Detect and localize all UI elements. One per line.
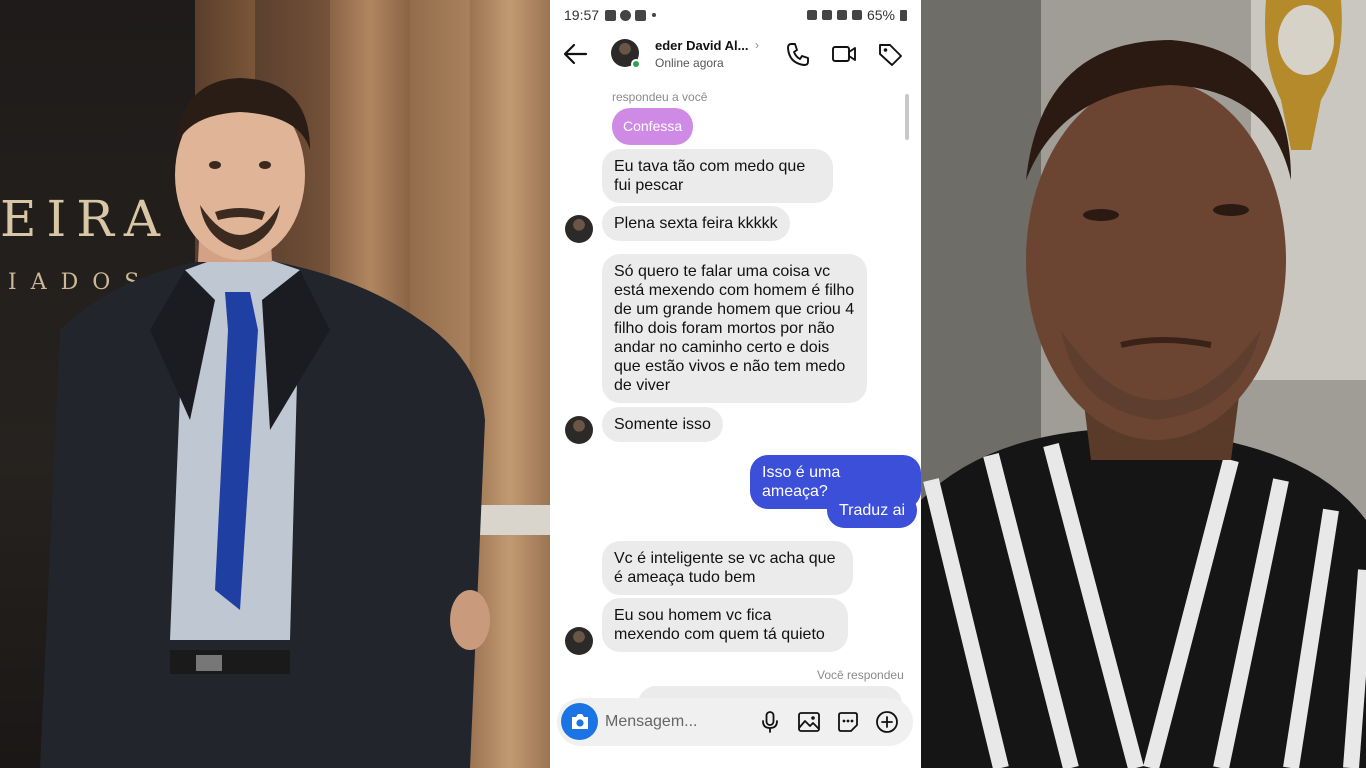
back-arrow-icon[interactable] <box>562 42 588 66</box>
messenger-screen: 19:57 65% eder David Al... › Online agor… <box>550 0 921 768</box>
reply-meta: respondeu a você <box>612 90 708 104</box>
system-status-icons: 65% <box>806 7 907 23</box>
incoming-message[interactable]: Plena sexta feira kkkkk <box>602 206 790 241</box>
tag-icon[interactable] <box>876 40 904 68</box>
man-in-suit <box>40 78 490 768</box>
sender-avatar[interactable] <box>565 215 593 243</box>
notification-icons <box>605 9 647 21</box>
data-icon <box>836 10 847 20</box>
sticker-icon[interactable] <box>836 710 860 734</box>
message-composer <box>557 698 913 746</box>
incoming-message[interactable]: Eu sou homem vc fica mexendo com quem tá… <box>602 598 848 652</box>
whatsapp-notification-icon <box>620 9 632 21</box>
plus-circle-icon[interactable] <box>875 710 899 734</box>
reply-quote-bubble[interactable]: Confessa <box>612 108 694 145</box>
chevron-right-icon[interactable]: › <box>755 38 759 52</box>
more-notifications-dot-icon <box>652 13 657 17</box>
image-icon[interactable] <box>797 710 821 734</box>
incoming-message[interactable]: Somente isso <box>602 407 723 442</box>
sender-avatar[interactable] <box>565 416 593 444</box>
instagram-notification-icon <box>635 9 647 21</box>
you-replied-meta: Você respondeu <box>817 668 904 682</box>
incoming-message[interactable]: Eu tava tão com medo que fui pescar <box>602 149 833 203</box>
chat-header: eder David Al... › Online agora <box>550 30 921 78</box>
online-indicator <box>631 59 641 69</box>
battery-icon <box>900 9 907 21</box>
phone-icon[interactable] <box>784 40 812 68</box>
contact-status: Online agora <box>655 56 724 70</box>
status-time: 19:57 <box>564 7 600 23</box>
video-camera-icon[interactable] <box>830 40 858 68</box>
photo-left: EIRA IADOS <box>0 0 550 768</box>
contact-name[interactable]: eder David Al... <box>655 38 748 53</box>
outgoing-message[interactable]: Traduz ai <box>827 493 918 528</box>
microphone-icon[interactable] <box>758 710 782 734</box>
message-list: respondeu a você Confessa Eu tava tão co… <box>550 78 921 706</box>
contact-avatar[interactable] <box>611 39 641 69</box>
incoming-message[interactable]: Vc é inteligente se vc acha que é ameaça… <box>602 541 853 595</box>
photo-right <box>921 0 1366 768</box>
message-input[interactable] <box>605 710 755 734</box>
sender-avatar[interactable] <box>565 627 593 655</box>
camera-icon <box>572 714 588 729</box>
alarm-icon <box>806 10 817 20</box>
battery-percent: 65% <box>866 7 895 23</box>
mute-icon <box>821 10 832 20</box>
gallery-notification-icon <box>605 9 617 21</box>
man-in-striped-shirt <box>921 0 1366 768</box>
signal-icon <box>851 10 862 20</box>
incoming-message[interactable]: Só quero te falar uma coisa vc está mexe… <box>602 254 867 403</box>
status-bar: 19:57 65% <box>550 0 921 30</box>
camera-button[interactable] <box>561 703 598 740</box>
